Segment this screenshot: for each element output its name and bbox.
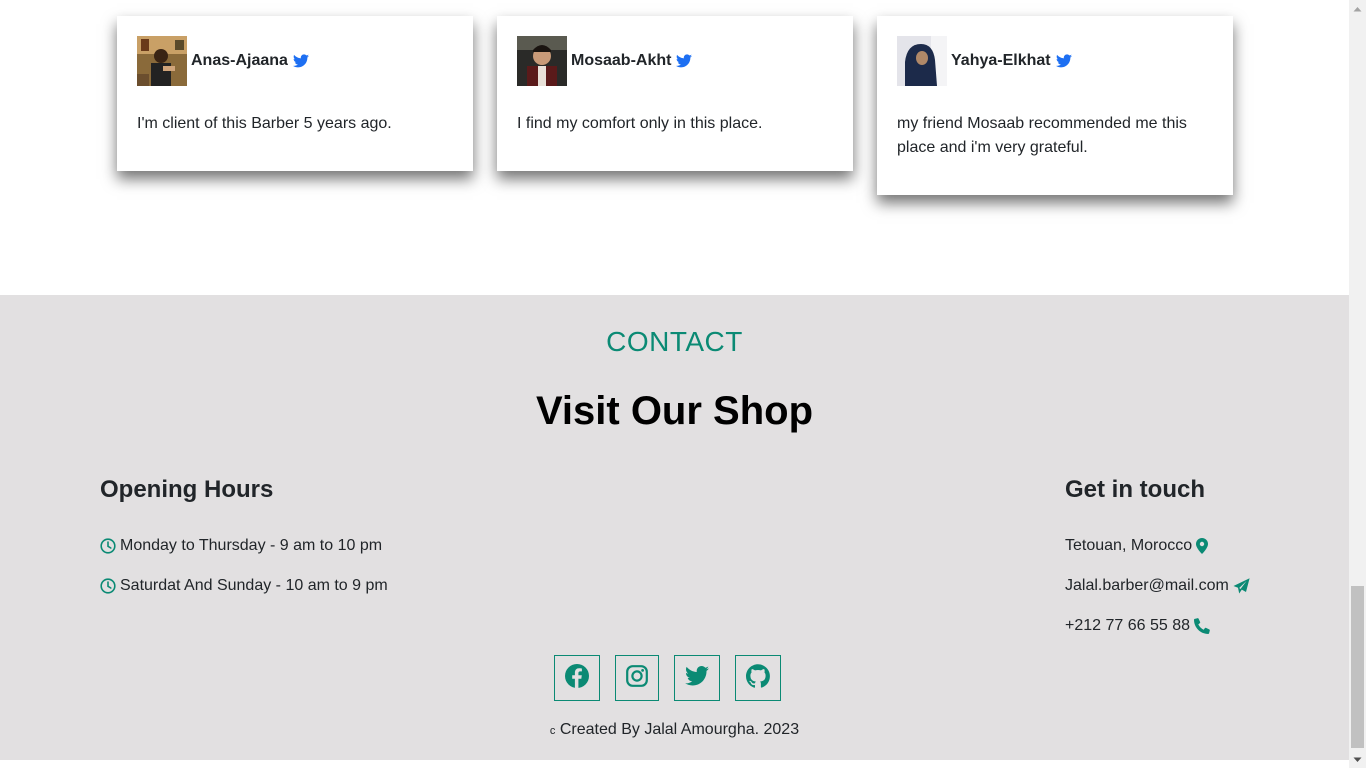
testimonial-quote: I'm client of this Barber 5 years ago. [137, 115, 392, 132]
social-links [554, 655, 796, 701]
avatar [137, 36, 187, 86]
vertical-scrollbar[interactable] [1349, 0, 1366, 768]
scroll-down-arrow-icon[interactable] [1349, 751, 1366, 768]
github-button[interactable] [735, 655, 781, 701]
section-headline: Visit Our Shop [535, 389, 814, 433]
instagram-button[interactable] [615, 655, 659, 701]
testimonial-header: Anas-Ajaana [137, 36, 453, 86]
twitter-button[interactable] [674, 655, 720, 701]
contact-section: CONTACT Visit Our Shop Opening Hours Mon… [0, 295, 1349, 760]
scrollbar-thumb[interactable] [1351, 586, 1364, 748]
twitter-icon[interactable] [1055, 54, 1072, 68]
twitter-icon [685, 665, 709, 691]
hours-text: Saturdat And Sunday - 10 am to 9 pm [120, 577, 388, 594]
hours-weekend: Saturdat And Sunday - 10 am to 9 pm [100, 575, 388, 597]
testimonials-section: Anas-Ajaana I'm client of this Barber 5 … [0, 0, 1349, 295]
clock-icon [100, 538, 116, 554]
contact-phone[interactable]: +212 77 66 55 88 [1065, 615, 1210, 637]
clock-icon [100, 578, 116, 594]
testimonial-quote: I find my comfort only in this place. [517, 115, 763, 132]
author-name: Yahya-Elkhat [951, 52, 1051, 69]
location-text: Tetouan, Morocco [1065, 537, 1193, 554]
copyright-label: Created By Jalal Amourgha. 2023 [559, 721, 800, 738]
contact-email[interactable]: Jalal.barber@mail.com [1065, 575, 1250, 597]
testimonial-header: Yahya-Elkhat [897, 36, 1213, 86]
copyright-symbol: c [549, 725, 556, 737]
contact-location: Tetouan, Morocco [1065, 535, 1209, 557]
page-bottom-strip [0, 760, 1349, 768]
testimonial-quote: my friend Mosaab recommended me this pla… [897, 115, 1187, 156]
facebook-icon [565, 663, 589, 693]
testimonial-card: Mosaab-Akht I find my comfort only in th… [497, 16, 853, 171]
testimonial-card: Anas-Ajaana I'm client of this Barber 5 … [117, 16, 473, 171]
avatar [517, 36, 567, 86]
facebook-button[interactable] [554, 655, 600, 701]
testimonial-card: Yahya-Elkhat my friend Mosaab recommende… [877, 16, 1233, 195]
page-viewport: Anas-Ajaana I'm client of this Barber 5 … [0, 0, 1349, 768]
section-eyebrow: CONTACT [606, 326, 743, 357]
twitter-icon[interactable] [292, 54, 309, 68]
instagram-icon [626, 664, 648, 692]
paper-plane-icon [1233, 578, 1250, 594]
avatar [897, 36, 947, 86]
get-in-touch-title: Get in touch [1065, 476, 1205, 503]
author-name: Mosaab-Akht [571, 52, 672, 69]
copyright-text: c Created By Jalal Amourgha. 2023 [0, 721, 1349, 739]
author-name: Anas-Ajaana [191, 52, 288, 69]
github-icon [746, 663, 770, 693]
phone-icon [1194, 618, 1210, 634]
hours-weekday: Monday to Thursday - 9 am to 10 pm [100, 535, 382, 557]
phone-text[interactable]: +212 77 66 55 88 [1065, 617, 1190, 635]
map-pin-icon [1196, 538, 1209, 554]
opening-hours-title: Opening Hours [100, 476, 274, 503]
scroll-up-arrow-icon[interactable] [1349, 0, 1366, 17]
email-text[interactable]: Jalal.barber@mail.com [1065, 577, 1229, 595]
hours-text: Monday to Thursday - 9 am to 10 pm [120, 537, 383, 554]
testimonial-header: Mosaab-Akht [517, 36, 833, 86]
twitter-icon[interactable] [676, 54, 693, 68]
